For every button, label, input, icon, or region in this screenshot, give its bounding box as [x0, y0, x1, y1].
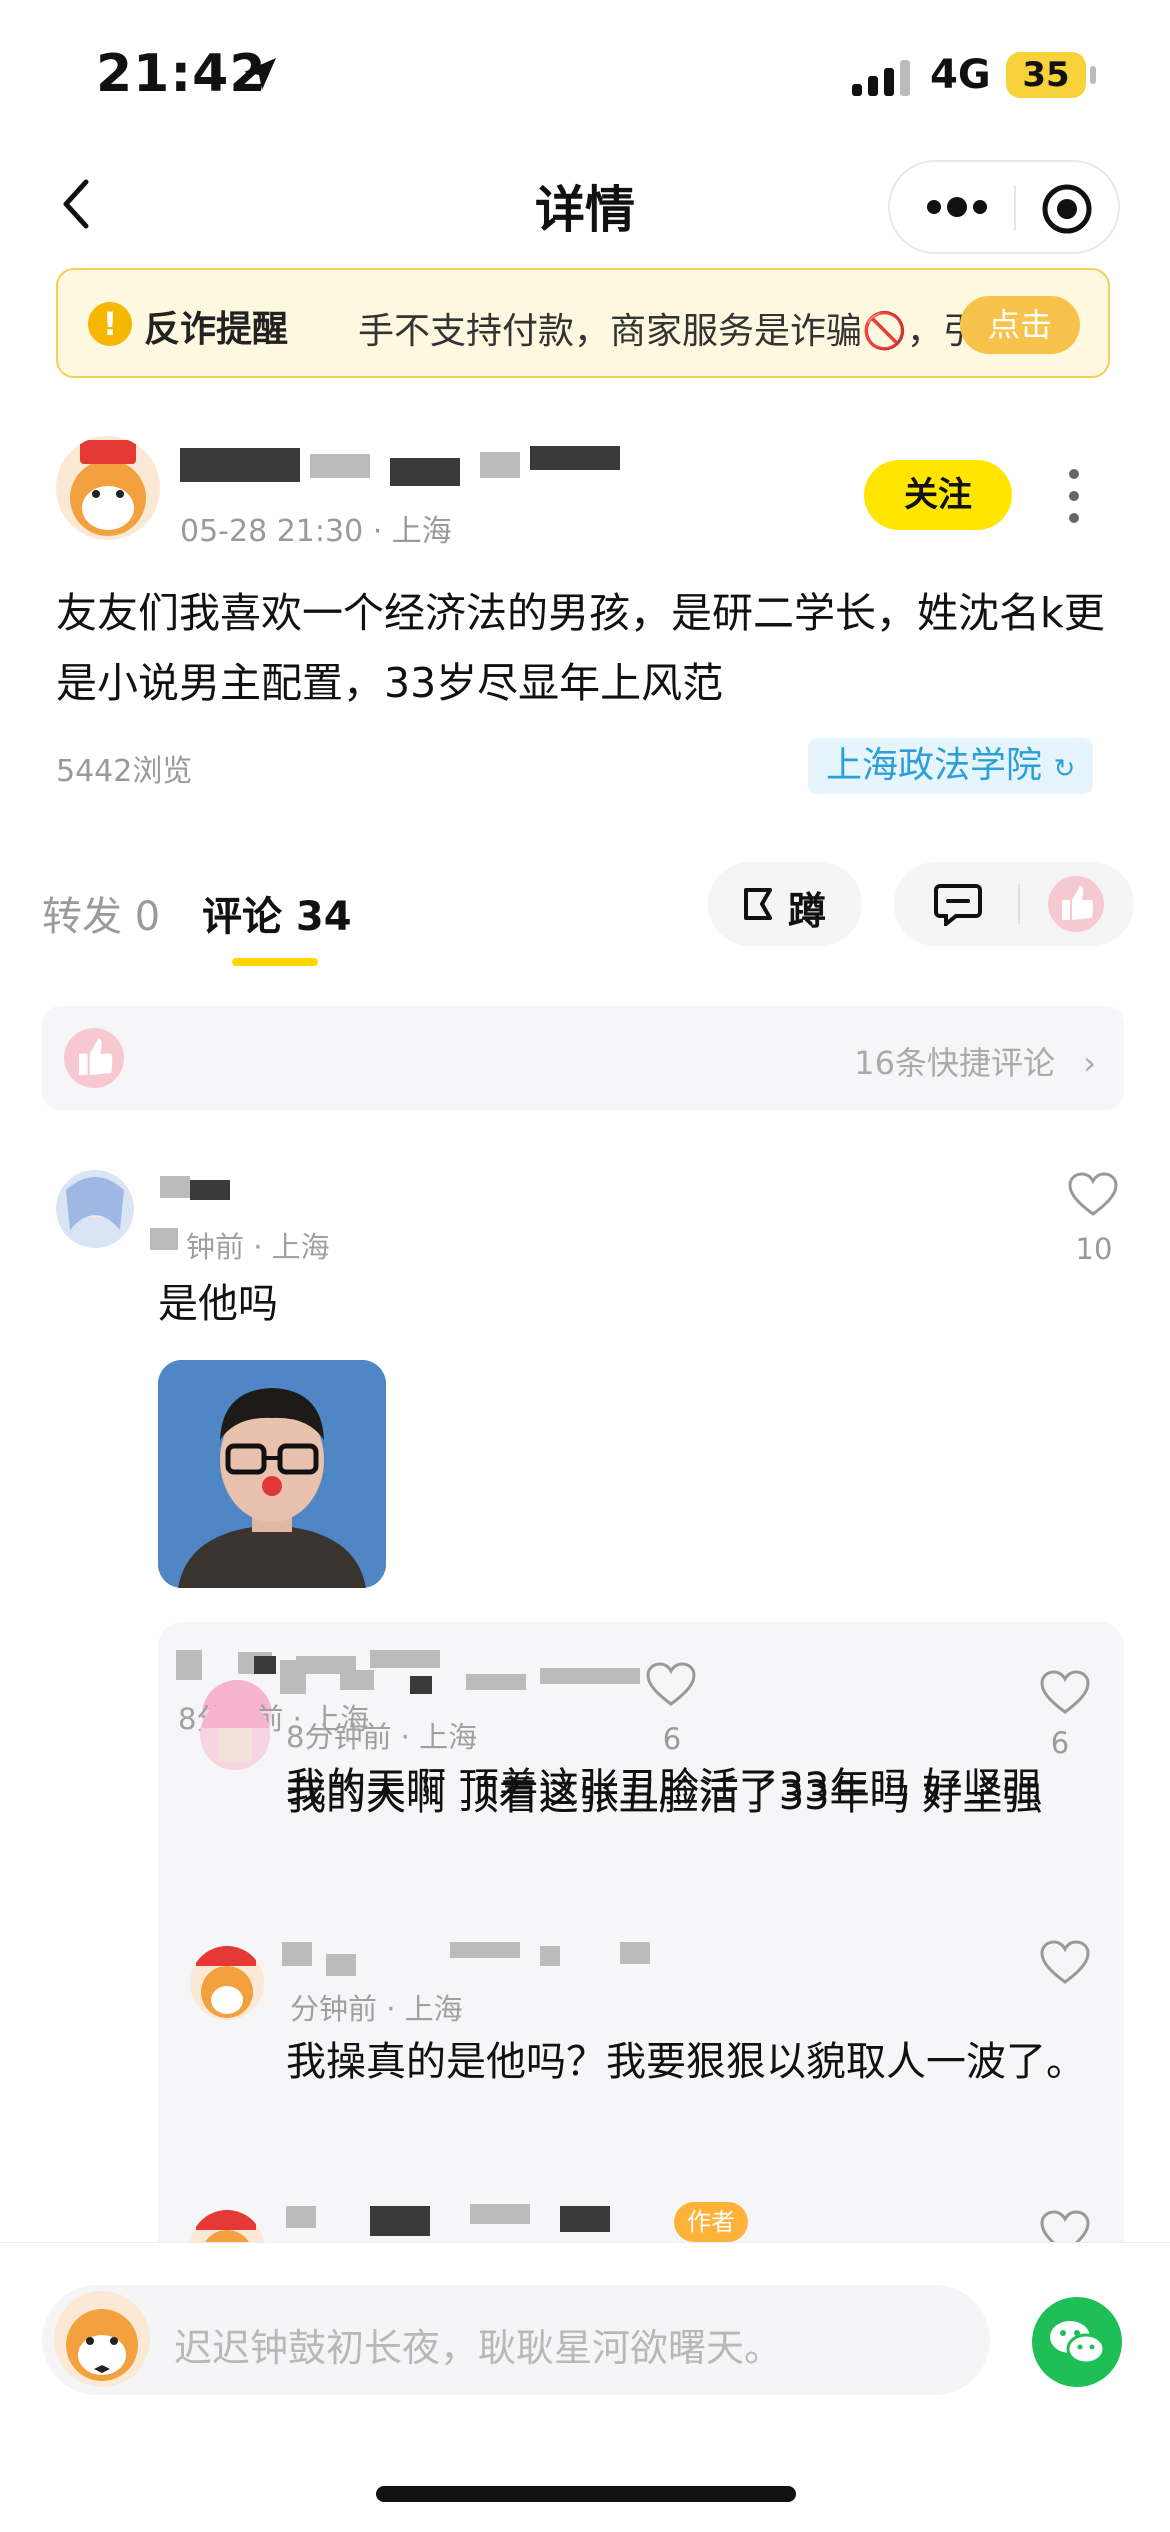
- combo-divider: [1018, 884, 1020, 924]
- my-avatar: [54, 2291, 150, 2387]
- reply-text: 我的天啊 顶着这张丑脸活了33年吗 好坚强: [286, 1773, 1043, 1819]
- status-bar: 21:42 4G 35: [0, 0, 1170, 150]
- signal-icon: [852, 60, 910, 96]
- comment-like-actions: [894, 862, 1134, 946]
- author-avatar[interactable]: [56, 436, 160, 540]
- like-count: 6: [1050, 1726, 1070, 1760]
- comment-text: 是他吗: [158, 1281, 278, 1327]
- tab-comments[interactable]: 评论 34: [202, 884, 352, 942]
- dun-label: 蹲: [788, 889, 827, 933]
- reply-avatar[interactable]: [200, 1700, 270, 1770]
- home-indicator: [376, 2486, 796, 2502]
- notice-text: 手不支持付款，商家服务是诈骗🚫，引流: [358, 311, 1008, 352]
- heart-icon[interactable]: [1040, 1940, 1090, 1986]
- heart-icon[interactable]: [1068, 1172, 1118, 1218]
- warning-icon: !: [88, 302, 132, 346]
- close-target-icon[interactable]: [1040, 182, 1094, 236]
- author-name-blurred[interactable]: [180, 440, 620, 490]
- notice-click-button[interactable]: 点击: [960, 296, 1080, 354]
- tab-repost[interactable]: 转发 0: [42, 884, 160, 942]
- post-meta: 05-28 21:30 · 上海: [180, 514, 452, 549]
- anti-fraud-notice[interactable]: ! 反诈提醒 手不支持付款，商家服务是诈骗🚫，引流 点击: [56, 268, 1110, 378]
- wechat-share-icon[interactable]: [1032, 2297, 1122, 2387]
- follow-button[interactable]: 关注: [864, 460, 1012, 530]
- refresh-icon: ↻: [1053, 754, 1076, 784]
- like-count: 10: [1075, 1232, 1113, 1266]
- thumbs-up-icon[interactable]: [1048, 876, 1104, 932]
- reply-text: 我操真的是他吗？我要狠狠以貌取人一波了。: [286, 2039, 1086, 2085]
- reply-avatar[interactable]: [190, 1946, 264, 2020]
- shiba-avatar-icon: [56, 436, 160, 540]
- more-vertical-icon[interactable]: [1066, 466, 1082, 526]
- more-dots-icon[interactable]: [926, 192, 988, 222]
- comment-input[interactable]: 迟迟钟鼓初长夜，耿耿星河欲曙天。: [42, 2285, 990, 2395]
- reply-meta: 8分钟前 · 上海: [286, 1720, 478, 1754]
- commenter-avatar[interactable]: [56, 1170, 134, 1248]
- comment-meta: 钟前 · 上海: [186, 1230, 330, 1264]
- quick-comments-label: 16条快捷评论 ›: [854, 1044, 1096, 1082]
- view-count: 5442浏览: [56, 754, 193, 789]
- location-arrow-icon: [244, 58, 276, 90]
- network-type: 4G: [930, 52, 991, 98]
- thumbs-up-icon: [64, 1028, 124, 1088]
- squat-icon: [744, 888, 772, 920]
- school-tag-label: 上海政法学院: [826, 745, 1043, 786]
- comment-icon[interactable]: [934, 882, 982, 926]
- active-tab-indicator: [232, 958, 318, 966]
- battery-tip: [1090, 66, 1096, 84]
- reply-meta: 分钟前 · 上海: [290, 1992, 463, 2026]
- comment-photo[interactable]: [158, 1360, 386, 1588]
- chevron-right-icon: ›: [1083, 1044, 1096, 1082]
- miniprogram-capsule: [888, 160, 1120, 254]
- post-body: 友友们我喜欢一个经济法的男孩，是研二学长，姓沈名k更是小说男主配置，33岁尽显年…: [56, 589, 1105, 707]
- notice-title: 反诈提醒: [144, 309, 289, 350]
- author-badge: 作者: [674, 2202, 748, 2242]
- quick-comments-bar[interactable]: 16条快捷评论 ›: [42, 1006, 1124, 1110]
- school-tag[interactable]: 上海政法学院 ↻: [808, 738, 1094, 794]
- comment-placeholder: 迟迟钟鼓初长夜，耿耿星河欲曙天。: [174, 2326, 783, 2370]
- heart-icon[interactable]: [646, 1662, 696, 1708]
- like-count: 6: [662, 1722, 682, 1756]
- battery-icon: 35: [1006, 52, 1086, 98]
- dun-button[interactable]: 蹲: [708, 862, 862, 946]
- capsule-divider: [1014, 186, 1016, 230]
- heart-icon[interactable]: [1040, 1670, 1090, 1716]
